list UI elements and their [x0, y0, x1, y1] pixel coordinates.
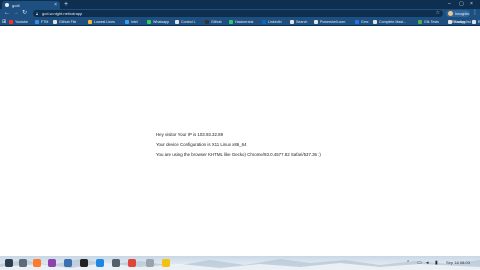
bookmark-star-icon[interactable]: ☆ — [436, 10, 440, 17]
bookmark-label: Github — [211, 20, 222, 24]
bookmark-item[interactable]: Search — [290, 18, 307, 26]
bookmark-item[interactable]: Whatsapp — [147, 18, 169, 26]
bookmark-favicon-icon — [35, 20, 39, 24]
bookmark-favicon-icon — [472, 20, 476, 24]
apps-icon[interactable] — [48, 259, 56, 267]
address-bar-url[interactable]: gcd-w.night.net/cdrapp — [42, 10, 82, 17]
visitor-ip-text: Hey visitor Your IP is 103.93.32.89 — [156, 132, 224, 137]
bookmarks-bar: ⊞ Youtube FTM Github File Lowest Lines Intel… — [0, 18, 480, 26]
bookmark-favicon-icon — [229, 20, 233, 24]
browser-toolbar: ← → ↻ 🔒︎ gcd-w.night.net/cdrapp ☆ Incogn… — [0, 9, 480, 18]
bookmark-favicon-icon — [205, 20, 209, 24]
bookmark-label: Gmx — [361, 20, 369, 24]
bookmark-favicon-icon — [125, 20, 129, 24]
bookmark-item[interactable]: FTM — [35, 18, 48, 26]
terminal-icon[interactable] — [80, 259, 88, 267]
bookmark-item[interactable]: Lowest Lines — [88, 18, 115, 26]
bookmark-label: Search — [296, 20, 308, 24]
clock[interactable]: Sep 18 08:03 — [446, 256, 470, 270]
vscode-icon[interactable] — [96, 259, 104, 267]
bookmark-label: LinkedIn — [268, 20, 282, 24]
browser-info-text: You are using the browser KHTML like Gec… — [156, 152, 321, 157]
browser-tab[interactable]: gcdt × — [2, 1, 60, 9]
menu-icon[interactable]: ⋮ — [472, 9, 478, 18]
bookmark-item[interactable]: Github File — [53, 18, 76, 26]
bookmark-item[interactable]: Powershell.com — [314, 18, 345, 26]
bookmark-favicon-icon — [262, 20, 266, 24]
start-icon[interactable] — [5, 259, 13, 267]
bookmark-item[interactable]: Gmx — [355, 18, 369, 26]
avatar — [448, 11, 453, 16]
browser-icon[interactable] — [64, 259, 72, 267]
bookmark-item[interactable]: Youtube — [9, 18, 28, 26]
profile-name: Incognito — [455, 11, 470, 16]
bookmark-label: Lowest Lines — [94, 20, 115, 24]
chrome-icon[interactable] — [128, 259, 136, 267]
bookmark-label: Hackerrank — [235, 20, 254, 24]
chevron-up-icon[interactable]: ⌃ — [406, 256, 410, 270]
device-config-text: Your device Configuration is X11 Linux x… — [156, 142, 247, 147]
store-icon[interactable] — [162, 259, 170, 267]
files-icon[interactable] — [19, 259, 27, 267]
bookmark-label: Complete Mast... — [379, 20, 407, 24]
taskbar: ⌃ ▭ ◂ ▮ Sep 18 08:03 — [0, 256, 480, 270]
bookmark-item[interactable]: Gfk Tests — [418, 18, 439, 26]
battery-icon[interactable]: ▮ — [435, 256, 438, 270]
address-bar[interactable]: 🔒︎ gcd-w.night.net/cdrapp ☆ — [33, 10, 443, 17]
firefox-icon[interactable] — [33, 259, 41, 267]
bookmark-item[interactable]: R — [472, 18, 480, 26]
tab-strip: gcdt × + – ▢ × — [0, 0, 480, 9]
reading-list-button[interactable]: Reading list — [452, 18, 471, 26]
bookmark-label: FTM — [41, 20, 49, 24]
bookmark-label: Gfk Tests — [424, 20, 439, 24]
apps-grid-icon[interactable]: ⊞ — [2, 18, 6, 26]
forward-arrow-icon[interactable]: → — [13, 9, 19, 18]
close-window-button[interactable]: × — [470, 0, 473, 8]
bookmark-favicon-icon — [314, 20, 318, 24]
bookmark-label: Intel — [131, 20, 138, 24]
reading-list-label: Reading list — [452, 20, 471, 24]
profile-button[interactable]: Incognito — [446, 10, 470, 17]
volume-icon[interactable]: ◂ — [426, 256, 429, 270]
tab-title: gcdt — [12, 2, 20, 8]
folder-icon[interactable] — [112, 259, 120, 267]
bookmark-label: Youtube — [15, 20, 29, 24]
bookmark-favicon-icon — [290, 20, 294, 24]
bookmark-label: Whatsapp — [153, 20, 170, 24]
lock-icon[interactable]: 🔒︎ — [36, 10, 38, 17]
bookmark-item[interactable]: Hackerrank — [229, 18, 253, 26]
bookmark-favicon-icon — [373, 20, 377, 24]
maximize-button[interactable]: ▢ — [459, 0, 464, 8]
bookmark-item[interactable]: Intel — [125, 18, 138, 26]
bookmark-label: Control L — [181, 20, 196, 24]
settings-icon[interactable] — [146, 259, 154, 267]
reload-icon[interactable]: ↻ — [22, 9, 27, 18]
bookmark-favicon-icon — [9, 20, 13, 24]
bookmark-favicon-icon — [88, 20, 92, 24]
bookmark-favicon-icon — [418, 20, 422, 24]
bookmark-label: Github File — [59, 20, 77, 24]
globe-icon — [5, 3, 9, 7]
bookmark-favicon-icon — [355, 20, 359, 24]
new-tab-button[interactable]: + — [64, 0, 68, 9]
bookmark-item[interactable]: Github — [205, 18, 222, 26]
back-arrow-icon[interactable]: ← — [4, 9, 10, 18]
bookmark-favicon-icon — [53, 20, 57, 24]
bookmark-item[interactable]: LinkedIn — [262, 18, 282, 26]
bookmark-favicon-icon — [175, 20, 179, 24]
network-icon[interactable]: ▭ — [417, 256, 422, 270]
bookmark-item[interactable]: Control L — [175, 18, 196, 26]
bookmark-item[interactable]: Complete Mast... — [373, 18, 406, 26]
bookmark-label: Powershell.com — [320, 20, 346, 24]
page-content: Hey visitor Your IP is 103.93.32.89 Your… — [0, 26, 480, 256]
tab-close-icon[interactable]: × — [54, 1, 57, 9]
minimize-button[interactable]: – — [448, 0, 451, 8]
bookmark-favicon-icon — [147, 20, 151, 24]
